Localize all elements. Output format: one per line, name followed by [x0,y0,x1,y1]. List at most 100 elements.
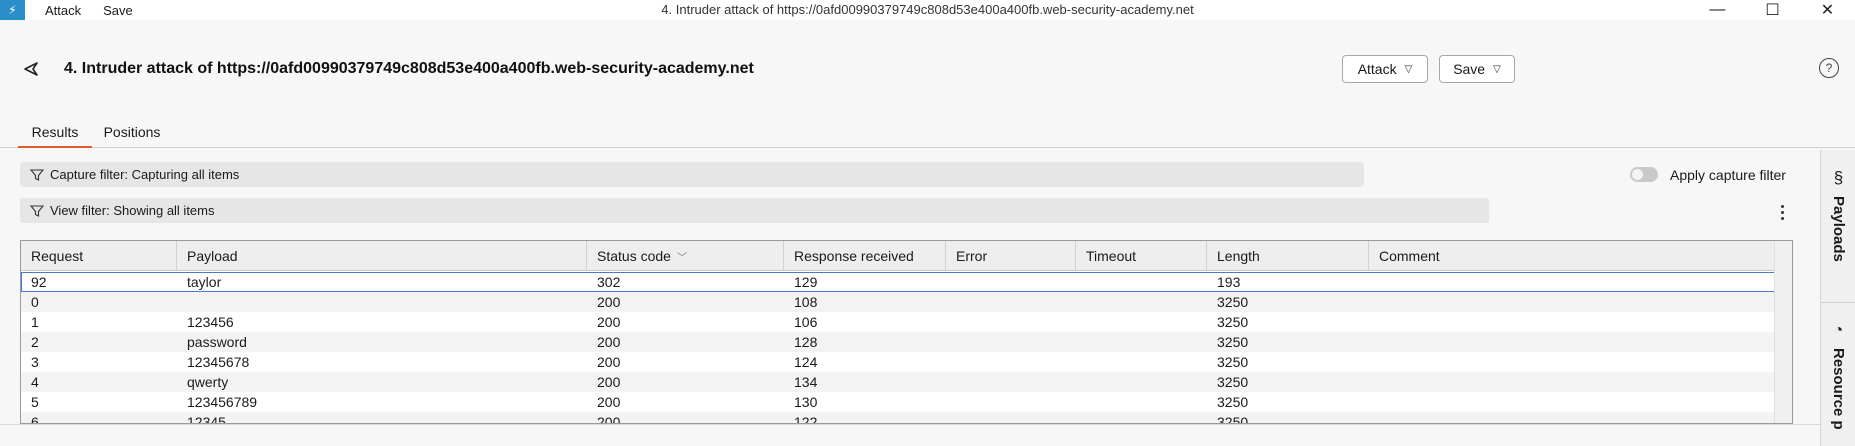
column-payload[interactable]: Payload [177,241,587,271]
cell-response-received: 128 [794,334,818,350]
cell-status-code: 302 [597,274,621,290]
cell-request: 2 [31,334,39,350]
cell-timeout [1076,292,1086,312]
table-row[interactable]: 3 12345678 200 124 3250 [21,352,1776,372]
column-status-code-label: Status code [597,248,671,264]
page-title: 4. Intruder attack of https://0afd009903… [64,60,754,77]
cell-status-code: 200 [597,334,621,350]
table-header: Request Payload Status code ﹀ Response re… [21,241,1792,271]
apply-capture-filter-label: Apply capture filter [1670,167,1786,183]
close-icon[interactable]: ✕ [1800,0,1855,20]
attack-button[interactable]: Attack ▽ [1342,55,1428,83]
cell-payload: qwerty [187,374,229,390]
table-row[interactable]: 4 qwerty 200 134 3250 [21,372,1776,392]
apply-capture-filter-toggle[interactable] [1630,167,1658,182]
cell-error [946,312,956,332]
table-row[interactable]: 1 123456 200 106 3250 [21,312,1776,332]
cell-request: 3 [31,354,39,370]
save-button-label: Save [1453,61,1486,77]
rail-divider [1821,302,1855,303]
cell-response-received: 134 [794,374,818,390]
minimize-icon[interactable]: — [1690,0,1745,20]
attack-header: 4. Intruder attack of https://0afd009903… [0,48,1855,92]
cell-comment [1369,392,1379,412]
cell-response-received: 130 [794,394,818,410]
attack-button-label: Attack [1357,61,1397,77]
column-timeout[interactable]: Timeout [1076,241,1207,271]
view-filter-bar[interactable]: View filter: Showing all items [20,198,1489,223]
cell-payload [177,292,187,312]
cell-status-code: 200 [597,294,621,310]
tab-results[interactable]: Results [18,124,92,148]
cell-timeout [1076,272,1086,292]
cell-response-received: 122 [794,414,818,424]
side-panel-rail: § Payloads ◔ Resource p [1820,150,1855,446]
table-row[interactable]: 2 password 200 128 3250 [21,332,1776,352]
cell-payload: password [187,334,247,350]
more-options-icon[interactable] [1777,202,1787,222]
cell-request: 1 [31,314,39,330]
column-request[interactable]: Request [21,241,177,271]
chevron-down-icon: ▽ [1493,63,1501,75]
cell-status-code: 200 [597,414,621,424]
cell-length: 3250 [1217,414,1249,424]
cell-comment [1369,352,1379,372]
column-comment[interactable]: Comment [1369,241,1776,271]
cell-error [946,392,956,412]
cell-payload: 123456789 [187,394,258,410]
table-body: 92 taylor 302 129 193 0 200 108 3250 1 123456 200 10… [21,272,1776,424]
payloads-panel-tab[interactable]: § Payloads [1821,168,1855,262]
cell-comment [1369,412,1379,423]
menu-save[interactable]: Save [103,3,133,18]
save-button[interactable]: Save ▽ [1439,55,1515,83]
funnel-icon [30,168,44,181]
resource-pool-panel-tab[interactable]: ◔ Resource p [1821,322,1855,430]
cell-status-code: 200 [597,374,621,390]
cell-response-received: 124 [794,354,818,370]
cell-length: 3250 [1217,334,1249,350]
cell-timeout [1076,372,1086,392]
table-row[interactable]: 92 taylor 302 129 193 [21,272,1776,292]
menu-attack[interactable]: Attack [45,3,81,18]
column-response-received[interactable]: Response received [784,241,946,271]
column-status-code[interactable]: Status code ﹀ [587,241,784,271]
cell-error [946,332,956,352]
cell-response-received: 129 [794,274,818,290]
cell-length: 3250 [1217,354,1249,370]
cell-comment [1369,372,1379,392]
chevron-down-icon: ▽ [1404,63,1413,75]
cell-length: 3250 [1217,394,1249,410]
cell-payload: 12345 [187,414,226,424]
column-error[interactable]: Error [946,241,1076,271]
cell-timeout [1076,312,1086,332]
cell-request: 0 [31,294,39,310]
cell-response-received: 108 [794,294,818,310]
table-row[interactable]: 0 200 108 3250 [21,292,1776,312]
cell-timeout [1076,412,1086,423]
tab-positions[interactable]: Positions [98,124,166,148]
payloads-panel-label: Payloads [1830,196,1847,262]
table-row[interactable]: 6 12345 200 122 3250 [21,412,1776,424]
resource-panel-label: Resource p [1830,348,1847,430]
cell-response-received: 106 [794,314,818,330]
cell-length: 193 [1217,274,1241,290]
maximize-icon[interactable]: ☐ [1745,0,1800,20]
table-row[interactable]: 5 123456789 200 130 3250 [21,392,1776,412]
cell-comment [1369,272,1379,292]
vertical-scrollbar[interactable] [1774,241,1792,423]
bottom-bar [0,424,1820,446]
cell-error [946,412,956,423]
back-icon[interactable] [20,58,42,80]
view-filter-label: View filter: Showing all items [50,203,215,218]
cell-error [946,352,956,372]
cell-error [946,372,956,392]
capture-filter-bar[interactable]: Capture filter: Capturing all items [20,162,1364,187]
window-title: 4. Intruder attack of https://0afd009903… [661,2,1194,17]
cell-length: 3250 [1217,314,1249,330]
column-length[interactable]: Length [1207,241,1369,271]
cell-length: 3250 [1217,374,1249,390]
cell-payload: 12345678 [187,354,250,370]
help-icon[interactable]: ? [1819,58,1839,78]
cell-status-code: 200 [597,314,621,330]
cell-timeout [1076,332,1086,352]
